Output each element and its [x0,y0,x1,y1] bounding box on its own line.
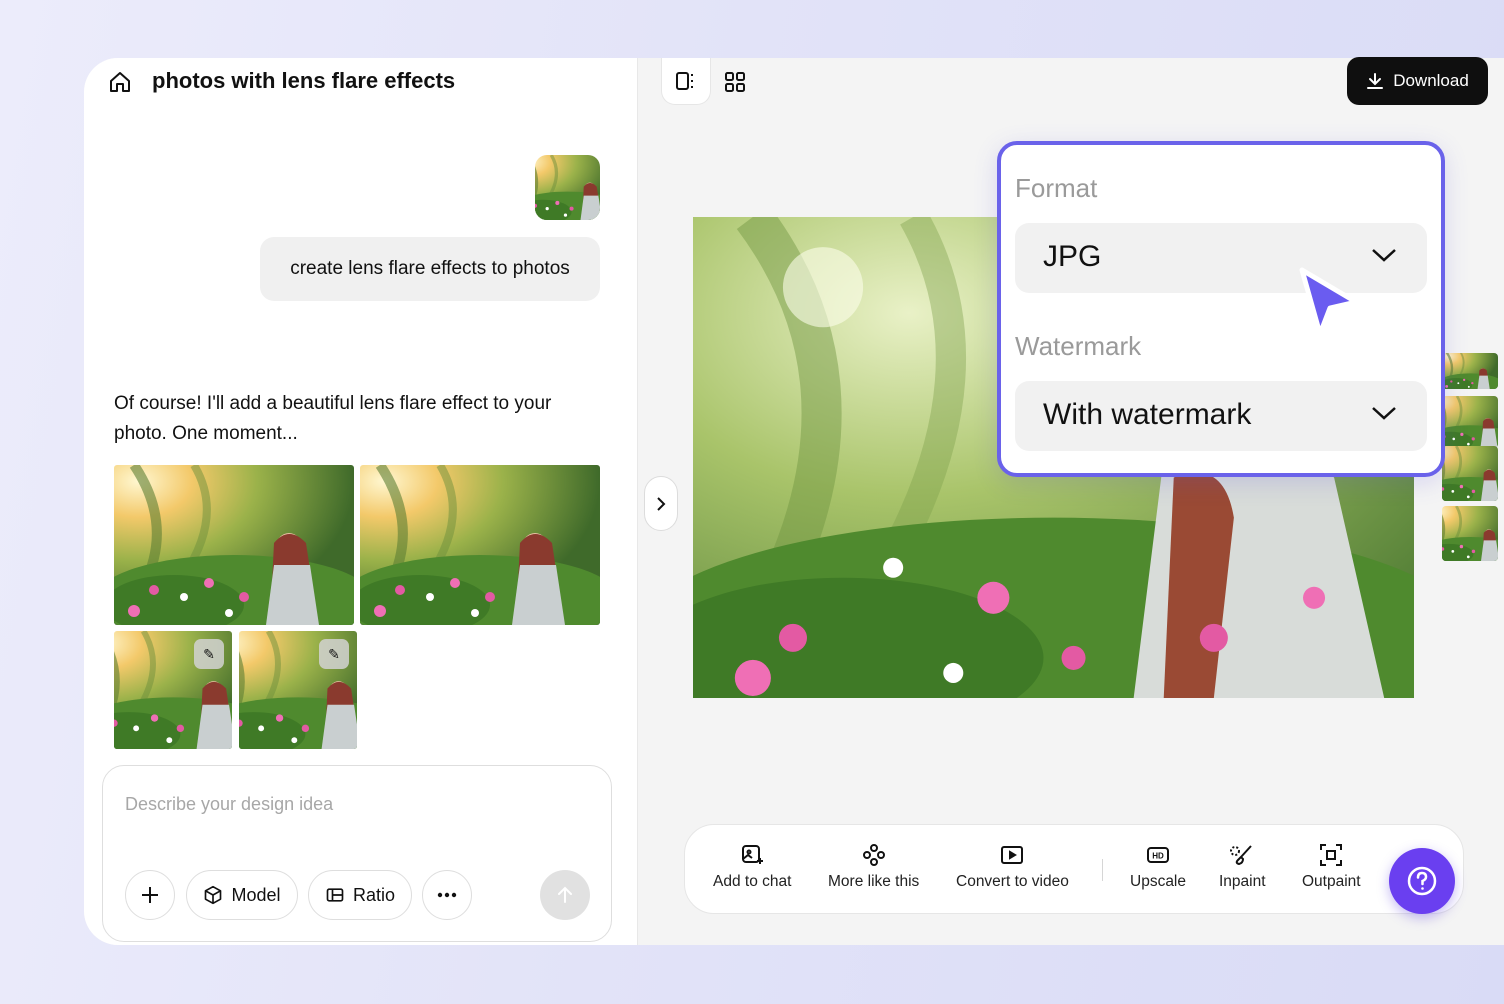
download-options-popover: Format JPG Watermark With watermark [997,141,1445,477]
chat-panel: photos with lens flare effects create le… [84,58,638,945]
edit-badge-icon[interactable]: ✎ [319,639,349,669]
chevron-right-icon [657,496,666,511]
add-to-chat-button[interactable]: Add to chat [713,843,791,891]
upscale-label: Upscale [1130,873,1186,890]
download-button[interactable]: Download [1347,57,1488,105]
model-label: Model [231,884,281,905]
cube-icon [205,885,222,905]
outpaint-button[interactable]: Outpaint [1302,843,1361,891]
ellipsis-icon [437,892,457,898]
video-icon [1001,846,1024,864]
convert-to-video-button[interactable]: Convert to video [956,843,1069,891]
ratio-label: Ratio [352,884,396,905]
add-button[interactable] [125,870,175,920]
result-image-3[interactable]: ✎ [114,631,232,749]
format-label: Format [1015,173,1098,203]
thumbnail-2[interactable] [1442,396,1498,448]
assistant-reply: Of course! I'll add a beautiful lens fla… [114,393,552,444]
help-icon [1407,866,1437,896]
prompt-input[interactable]: Describe your design idea [125,794,333,815]
image-toolbar: Add to chat More like this Convert to vi… [684,824,1464,914]
user-message-bubble: create lens flare effects to photos [260,237,600,301]
ratio-button[interactable]: Ratio [308,870,412,920]
edit-badge-icon[interactable]: ✎ [194,639,224,669]
watermark-select[interactable]: With watermark [1015,381,1427,451]
svg-text:HD: HD [1152,852,1164,861]
add-to-chat-label: Add to chat [713,873,792,890]
mouse-cursor-icon [1299,267,1359,337]
model-button[interactable]: Model [186,870,298,920]
chevron-down-icon [1372,249,1396,262]
toolbar-divider [1102,859,1103,881]
split-view-button[interactable] [661,58,711,105]
brush-icon [1230,845,1253,866]
watermark-label: Watermark [1015,331,1142,361]
download-icon [1367,73,1384,89]
split-view-icon [676,72,693,90]
convert-to-video-label: Convert to video [956,873,1069,890]
more-like-this-label: More like this [828,873,920,890]
format-select[interactable]: JPG [1015,223,1427,293]
result-image-2[interactable] [360,465,600,625]
watermark-value: With watermark [1043,398,1252,431]
page-title: photos with lens flare effects [152,68,456,93]
result-image-1[interactable] [114,465,354,625]
send-button[interactable] [540,870,590,920]
download-label: Download [1393,71,1469,90]
user-uploaded-image[interactable] [535,155,600,220]
add-to-chat-icon [742,845,764,864]
outpaint-label: Outpaint [1302,873,1361,890]
more-like-this-icon [862,844,885,866]
inpaint-button[interactable]: Inpaint [1219,843,1266,891]
ratio-icon [326,888,344,902]
collapse-panel-button[interactable] [644,476,678,531]
grid-view-button[interactable] [710,58,760,105]
format-value: JPG [1043,240,1102,273]
result-image-4[interactable]: ✎ [239,631,357,749]
home-icon[interactable] [108,70,132,94]
more-options-button[interactable] [422,870,472,920]
plus-icon [142,887,158,903]
chevron-down-icon [1372,407,1396,420]
inpaint-label: Inpaint [1219,873,1266,890]
composer: Describe your design idea Model Ratio [102,765,612,942]
help-button[interactable] [1389,848,1455,914]
grid-view-icon [725,71,745,92]
hd-icon: HD [1147,847,1169,863]
thumbnail-1[interactable] [1442,353,1498,389]
outpaint-icon [1320,844,1343,866]
thumbnail-3[interactable] [1442,446,1498,501]
upscale-button[interactable]: HD Upscale [1130,843,1186,891]
arrow-up-icon [558,886,572,903]
thumbnail-4[interactable] [1442,506,1498,561]
more-like-this-button[interactable]: More like this [828,843,919,891]
